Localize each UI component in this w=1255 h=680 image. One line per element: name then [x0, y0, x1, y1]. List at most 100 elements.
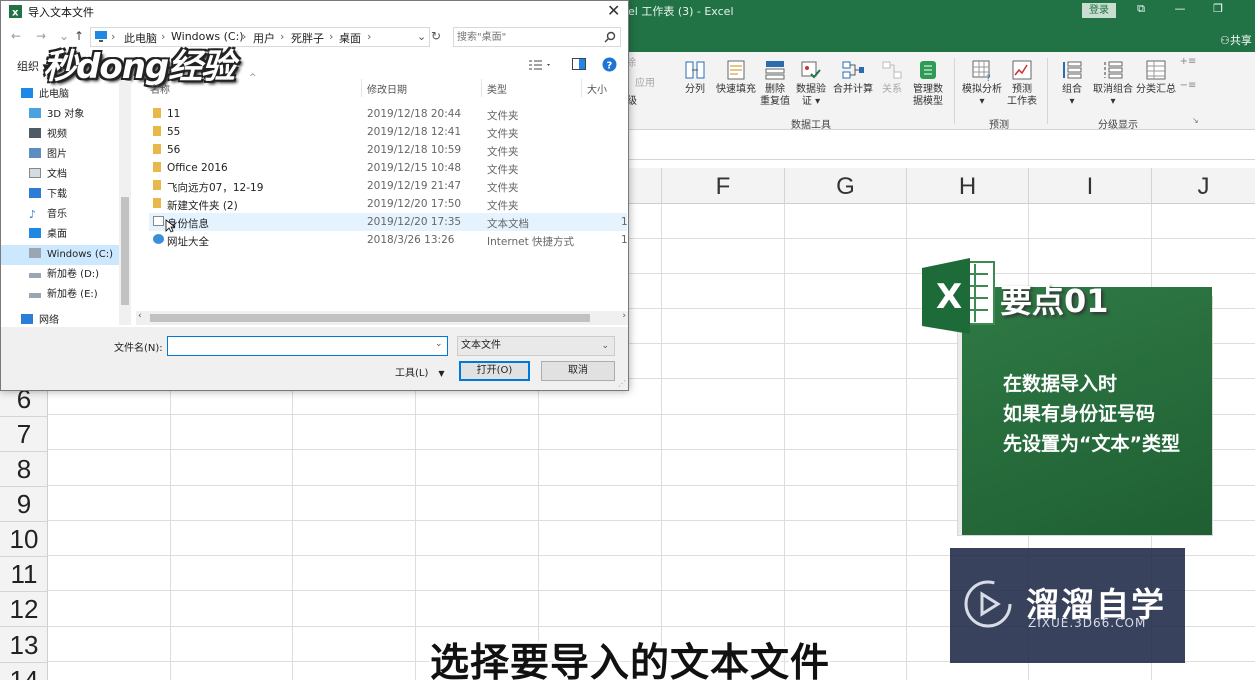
column-header-j[interactable]: J — [1151, 168, 1255, 204]
nav-item-label: Windows (C:) — [47, 249, 113, 260]
back-button[interactable]: ← — [11, 29, 21, 43]
nav-pane-scrollbar[interactable] — [119, 81, 131, 325]
tip-line: 如果有身份证号码 — [1003, 403, 1156, 425]
view-options-icon[interactable] — [528, 59, 552, 71]
file-row[interactable]: 56 2019/12/18 10:59 文件夹 — [149, 141, 627, 159]
filename-input[interactable] — [167, 336, 448, 356]
file-row[interactable]: Office 2016 2019/12/15 10:48 文件夹 — [149, 159, 627, 177]
column-header-h[interactable]: H — [906, 168, 1028, 204]
row-header[interactable]: 11 — [0, 557, 48, 592]
nav-item-pictures[interactable]: 图片 — [1, 145, 121, 165]
close-button[interactable]: ✕ — [607, 1, 620, 20]
breadcrumb[interactable]: 用户 — [253, 30, 275, 46]
sort-indicator-icon: ^ — [249, 73, 257, 83]
file-name: Office 2016 — [167, 162, 228, 174]
svg-text:X: X — [936, 277, 962, 317]
breadcrumb-separator: › — [242, 30, 247, 43]
nav-item-drive-e[interactable]: 新加卷 (E:) — [1, 285, 121, 305]
cube-icon — [29, 108, 41, 118]
grid-line — [661, 204, 662, 680]
restore-button[interactable]: ❐ — [1210, 2, 1226, 15]
nav-item-music[interactable]: ♪ 音乐 — [1, 205, 121, 225]
nav-item-videos[interactable]: 视频 — [1, 125, 121, 145]
show-detail-icon[interactable]: +≡ — [1176, 56, 1200, 68]
column-header-g[interactable]: G — [784, 168, 906, 204]
breadcrumb[interactable]: 死胖子 — [291, 30, 324, 46]
forecast-sheet-button[interactable]: 预测 工作表 — [1000, 58, 1044, 108]
nav-item-3d-objects[interactable]: 3D 对象 — [1, 105, 121, 125]
ribbon-display-icon[interactable]: ⧉ — [1133, 2, 1149, 16]
nav-item-drive-d[interactable]: 新加卷 (D:) — [1, 265, 121, 285]
subtotal-button[interactable]: 分类汇总 — [1134, 58, 1178, 96]
open-button[interactable]: 打开(O) — [459, 361, 530, 381]
data-validation-button[interactable]: 数据验 证 ▾ — [789, 58, 833, 108]
column-header-date[interactable]: 修改日期 — [367, 81, 407, 96]
share-button[interactable]: ⚇共享 — [1220, 32, 1252, 48]
column-header-size[interactable]: 大小 — [587, 81, 607, 96]
column-separator[interactable] — [481, 79, 482, 97]
nav-item-network[interactable]: 网络 — [1, 311, 121, 325]
text-to-columns-button[interactable]: 分列 — [673, 58, 717, 96]
column-header-name[interactable]: 名称 — [150, 81, 170, 96]
manage-data-model-button[interactable]: 管理数 据模型 — [906, 58, 950, 108]
nav-item-downloads[interactable]: 下载 — [1, 185, 121, 205]
login-button[interactable]: 登录 — [1082, 3, 1116, 18]
nav-item-this-pc[interactable]: 此电脑 — [1, 85, 121, 105]
column-separator[interactable] — [581, 79, 582, 97]
search-input[interactable] — [457, 29, 597, 45]
file-row[interactable]: 新建文件夹 (2) 2019/12/20 17:50 文件夹 — [149, 195, 627, 213]
file-row[interactable]: 飞向远方07，12-19 2019/12/19 21:47 文件夹 — [149, 177, 627, 195]
what-if-icon: ? — [972, 60, 991, 82]
minimize-button[interactable]: — — [1172, 2, 1188, 15]
preview-pane-icon[interactable] — [572, 58, 586, 70]
breadcrumb[interactable]: 桌面 — [339, 30, 361, 46]
excel-window-title: el 工作表 (3) - Excel — [628, 5, 734, 18]
cancel-button[interactable]: 取消 — [541, 361, 615, 381]
row-header[interactable]: 10 — [0, 522, 48, 557]
scrollbar-thumb[interactable] — [121, 197, 129, 305]
hide-detail-icon[interactable]: −≡ — [1176, 80, 1200, 92]
row-header[interactable]: 7 — [0, 417, 48, 452]
column-header-i[interactable]: I — [1028, 168, 1151, 204]
file-type: 文本文档 — [487, 218, 529, 230]
group-label-outline: 分级显示 — [1098, 120, 1138, 131]
nav-item-label: 音乐 — [47, 209, 67, 220]
row-header[interactable]: 13 — [0, 628, 48, 663]
tools-menu[interactable]: 工具(L) ▼ — [395, 364, 445, 379]
column-header-type[interactable]: 类型 — [487, 81, 507, 96]
ribbon-partial-reapply[interactable]: 应用 — [630, 78, 660, 90]
nav-item-label: 下载 — [47, 189, 67, 200]
dialog-titlebar[interactable]: x 导入文本文件 ✕ — [1, 1, 628, 23]
row-header[interactable]: 12 — [0, 592, 48, 627]
resize-grip-icon[interactable]: ⋰ — [618, 379, 626, 388]
play-logo-icon — [964, 580, 1012, 628]
scroll-left-icon[interactable]: ‹ — [138, 311, 142, 321]
column-separator[interactable] — [361, 79, 362, 97]
nav-item-desktop[interactable]: 桌面 — [1, 225, 121, 245]
column-header-f[interactable]: F — [661, 168, 784, 204]
refresh-button[interactable]: ↻ — [431, 29, 441, 43]
row-header[interactable]: 9 — [0, 487, 48, 522]
search-box[interactable] — [453, 27, 621, 47]
folder-icon — [153, 144, 161, 154]
group-button[interactable]: 组合 ▾ — [1050, 58, 1094, 108]
file-row[interactable]: 55 2019/12/18 12:41 文件夹 — [149, 123, 627, 141]
row-header[interactable]: 14 — [0, 663, 48, 680]
ungroup-button[interactable]: 取消组合 ▾ — [1089, 58, 1137, 108]
nav-item-windows-c[interactable]: Windows (C:) — [1, 245, 121, 265]
file-row[interactable]: 11 2019/12/18 20:44 文件夹 — [149, 105, 627, 123]
row-header[interactable]: 8 — [0, 452, 48, 487]
address-dropdown-icon[interactable]: ⌄ — [417, 30, 426, 43]
filename-dropdown-icon[interactable]: ⌄ — [435, 339, 443, 349]
scrollbar-thumb[interactable] — [150, 314, 590, 322]
share-label: 共享 — [1229, 34, 1252, 47]
dialog-launcher-icon[interactable]: ↘ — [1192, 116, 1199, 125]
help-icon[interactable]: ? — [602, 57, 617, 72]
nav-item-documents[interactable]: 文档 — [1, 165, 121, 185]
horizontal-scrollbar[interactable]: ‹ › — [136, 311, 628, 325]
file-row[interactable]: 身份信息 2019/12/20 17:35 文本文档 1 — [149, 213, 628, 231]
file-row[interactable]: 网址大全 2018/3/26 13:26 Internet 快捷方式 1 — [149, 231, 628, 249]
forecast-sheet-icon — [1012, 60, 1032, 80]
scroll-right-icon[interactable]: › — [622, 311, 626, 321]
filetype-select[interactable]: 文本文件 ⌄ — [457, 336, 615, 356]
